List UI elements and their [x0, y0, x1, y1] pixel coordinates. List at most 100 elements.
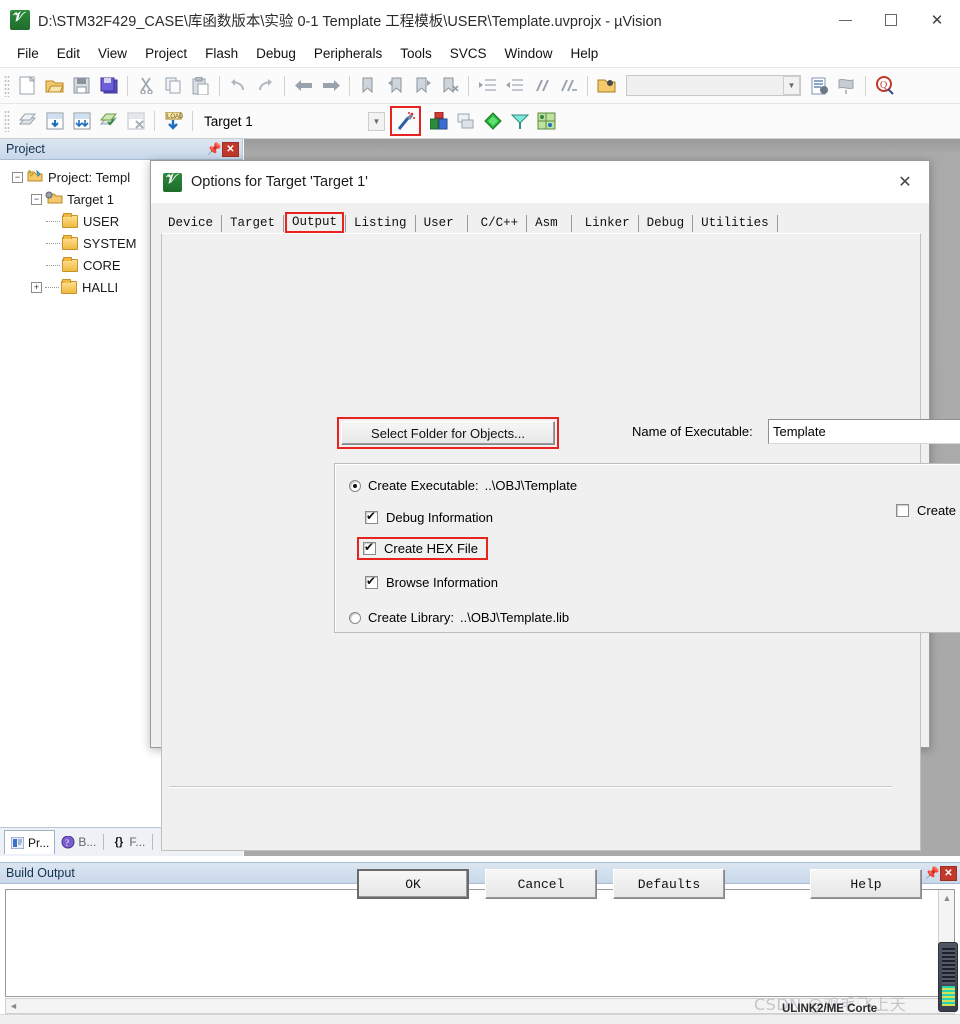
tab-functions[interactable]: {} F...: [106, 830, 150, 854]
create-hex-file-row[interactable]: Create HEX File: [357, 537, 488, 560]
create-batch-file-checkbox[interactable]: [896, 504, 909, 517]
menu-item-help[interactable]: Help: [562, 44, 608, 63]
pack-installer-icon[interactable]: [533, 108, 560, 134]
uncomment-icon[interactable]: [555, 73, 582, 99]
new-file-icon[interactable]: [14, 73, 41, 99]
find-in-files-icon[interactable]: [833, 73, 860, 99]
tab-device[interactable]: Device: [161, 214, 220, 233]
multi-project-icon[interactable]: [452, 108, 479, 134]
toolbar-grip[interactable]: [4, 110, 10, 132]
bookmark-next-icon[interactable]: [409, 73, 436, 99]
tab-target[interactable]: Target: [223, 214, 282, 233]
menu-item-peripherals[interactable]: Peripherals: [305, 44, 391, 63]
dialog-close-button[interactable]: ✕: [887, 166, 923, 198]
name-of-executable-input[interactable]: Template: [768, 419, 960, 444]
stop-build-icon[interactable]: [122, 108, 149, 134]
open-folder-icon[interactable]: [593, 73, 620, 99]
search-combo[interactable]: ▼: [626, 75, 801, 96]
comment-icon[interactable]: [528, 73, 555, 99]
ok-button[interactable]: OK: [357, 869, 469, 899]
tab-cpp[interactable]: C/C++: [474, 214, 526, 233]
close-icon[interactable]: ✕: [222, 141, 239, 157]
cut-icon[interactable]: [133, 73, 160, 99]
debug-information-checkbox[interactable]: [365, 509, 378, 524]
config-wizard-icon[interactable]: [506, 108, 533, 134]
create-library-radio[interactable]: [349, 611, 361, 624]
tab-listing[interactable]: Listing: [347, 214, 414, 233]
copy-icon[interactable]: [160, 73, 187, 99]
tab-linker[interactable]: Linker: [578, 214, 637, 233]
select-folder-for-objects-button[interactable]: Select Folder for Objects...: [341, 421, 555, 445]
navigate-back-icon[interactable]: [290, 73, 317, 99]
build-output-text[interactable]: ▲ ▼: [5, 889, 955, 997]
menu-item-file[interactable]: File: [8, 44, 48, 63]
tree-line: [46, 242, 60, 244]
undo-icon[interactable]: [225, 73, 252, 99]
save-icon[interactable]: [68, 73, 95, 99]
browse-information-row[interactable]: Browse Information: [365, 574, 498, 590]
create-batch-file-row[interactable]: Create Batch File: [896, 503, 960, 518]
outdent-icon[interactable]: [501, 73, 528, 99]
toolbar-separator: [284, 75, 285, 96]
expander-icon[interactable]: −: [12, 171, 23, 183]
create-executable-label: Create Executable:: [368, 478, 479, 493]
manage-components-icon[interactable]: [425, 108, 452, 134]
toolbar-grip[interactable]: [4, 74, 10, 97]
menu-item-tools[interactable]: Tools: [391, 44, 441, 63]
target-dropdown-arrow[interactable]: ▼: [368, 111, 385, 131]
menu-item-flash[interactable]: Flash: [196, 44, 247, 63]
tab-books[interactable]: ? B...: [55, 830, 101, 854]
pin-icon[interactable]: 📌: [206, 141, 222, 157]
menu-item-view[interactable]: View: [89, 44, 136, 63]
tab-project[interactable]: Pr...: [4, 830, 56, 854]
create-library-radio-row[interactable]: Create Library: ..\OBJ\Template.lib: [349, 610, 569, 625]
help-button[interactable]: Help: [810, 869, 922, 899]
maximize-button[interactable]: [868, 0, 914, 40]
download-icon[interactable]: LOAD: [160, 108, 187, 134]
create-executable-radio[interactable]: [349, 479, 361, 492]
tab-debug[interactable]: Debug: [640, 214, 692, 233]
browse-information-checkbox[interactable]: [365, 574, 378, 589]
menu-item-window[interactable]: Window: [495, 44, 561, 63]
tab-separator: [414, 215, 416, 232]
menu-item-debug[interactable]: Debug: [247, 44, 305, 63]
defaults-button[interactable]: Defaults: [613, 869, 725, 899]
target-selector-label[interactable]: Target 1: [198, 114, 368, 129]
open-file-icon[interactable]: [41, 73, 68, 99]
save-all-icon[interactable]: [95, 73, 122, 99]
bookmark-clear-icon[interactable]: [436, 73, 463, 99]
tab-utilities[interactable]: Utilities: [694, 214, 776, 233]
debug-start-icon[interactable]: [479, 108, 506, 134]
cancel-button[interactable]: Cancel: [485, 869, 597, 899]
tab-user[interactable]: User: [417, 214, 461, 233]
chevron-down-icon[interactable]: ▼: [783, 76, 800, 95]
minimize-button[interactable]: [822, 0, 868, 40]
menu-item-edit[interactable]: Edit: [48, 44, 89, 63]
find-icon[interactable]: Q: [871, 73, 898, 99]
debug-information-row[interactable]: Debug Information: [365, 509, 493, 525]
translate-icon[interactable]: [14, 108, 41, 134]
close-button[interactable]: ✕: [914, 0, 960, 40]
bookmark-prev-icon[interactable]: [382, 73, 409, 99]
tab-separator: [345, 215, 347, 232]
expander-icon[interactable]: −: [31, 193, 42, 205]
scroll-left-icon[interactable]: ◄: [6, 1001, 21, 1011]
insert-file-icon[interactable]: [806, 73, 833, 99]
redo-icon[interactable]: [252, 73, 279, 99]
bookmark-toggle-icon[interactable]: [355, 73, 382, 99]
create-hex-file-checkbox[interactable]: [363, 540, 376, 555]
options-for-target-button[interactable]: [390, 106, 421, 136]
build-icon[interactable]: [41, 108, 68, 134]
rebuild-icon[interactable]: [68, 108, 95, 134]
menu-item-project[interactable]: Project: [136, 44, 196, 63]
paste-icon[interactable]: [187, 73, 214, 99]
create-executable-radio-row[interactable]: Create Executable: ..\OBJ\Template: [349, 478, 577, 493]
dialog-title: Options for Target 'Target 1': [191, 174, 368, 190]
tab-asm[interactable]: Asm: [528, 214, 565, 233]
navigate-forward-icon[interactable]: [317, 73, 344, 99]
menu-item-svcs[interactable]: SVCS: [441, 44, 496, 63]
tab-output[interactable]: Output: [285, 212, 345, 233]
batch-build-icon[interactable]: [95, 108, 122, 134]
expander-icon[interactable]: +: [31, 281, 42, 293]
indent-icon[interactable]: [474, 73, 501, 99]
